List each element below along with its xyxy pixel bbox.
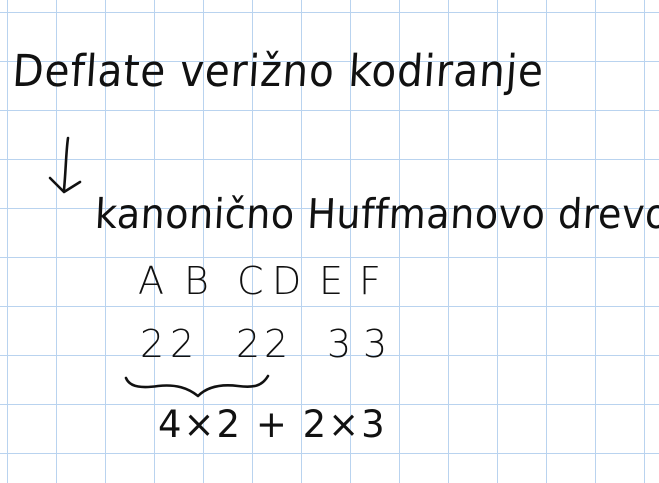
symbol-e: E xyxy=(319,259,344,303)
symbol-a: A xyxy=(138,259,164,303)
code-length-b: 2 xyxy=(170,322,195,366)
code-length-row: 2 2 2 2 3 3 xyxy=(136,325,416,373)
symbol-d: D xyxy=(272,259,302,303)
code-length-a: 2 xyxy=(140,322,165,366)
code-length-d: 2 xyxy=(264,322,289,366)
down-arrow xyxy=(48,136,82,194)
code-length-e: 3 xyxy=(327,322,352,366)
symbol-f: F xyxy=(359,259,381,303)
code-length-f: 3 xyxy=(363,322,388,366)
sum-expression: 4×2 + 2×3 xyxy=(158,403,387,446)
symbol-row: A B C D E F xyxy=(136,262,416,310)
symbol-b: B xyxy=(184,259,209,303)
note-title: Deflate verižno kodiranje xyxy=(10,46,546,97)
code-length-c: 2 xyxy=(236,322,261,366)
notebook-page: Deflate verižno kodiranje kanonično Huff… xyxy=(0,0,659,483)
note-subtitle: kanonično Huffmanovo drevo xyxy=(93,190,659,238)
curly-brace xyxy=(124,374,270,398)
symbol-c: C xyxy=(237,259,264,303)
